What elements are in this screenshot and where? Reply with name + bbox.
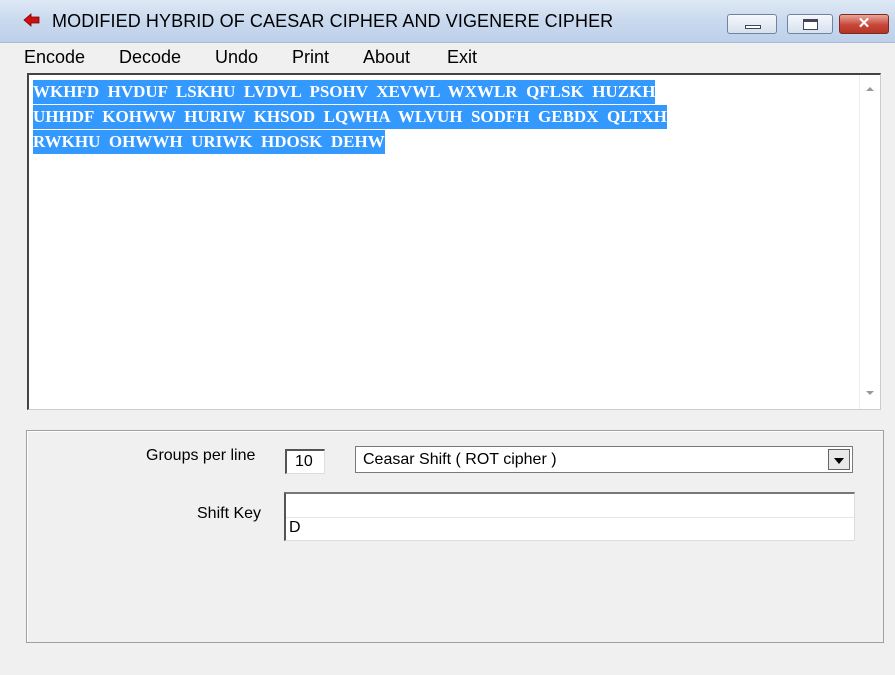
field-divider [286, 517, 854, 518]
shift-key-value: D [289, 519, 301, 536]
cipher-text: WKHFD HVDUF LSKHU LVDVL PSOHV XEVWL WXWL… [33, 79, 833, 154]
minimize-icon [745, 25, 761, 29]
cipher-line[interactable]: RWKHU OHWWH URIWK HDOSK DEHW [33, 130, 385, 154]
close-button[interactable]: ✕ [839, 14, 889, 34]
cipher-type-select[interactable]: Ceasar Shift ( ROT cipher ) [355, 446, 853, 473]
close-icon: ✕ [857, 15, 871, 32]
menu-encode[interactable]: Encode [24, 47, 85, 68]
scroll-down-icon[interactable] [866, 391, 874, 395]
title-bar[interactable]: MODIFIED HYBRID OF CAESAR CIPHER AND VIG… [0, 0, 895, 43]
groups-per-line-label: Groups per line [146, 447, 256, 464]
window-title: MODIFIED HYBRID OF CAESAR CIPHER AND VIG… [52, 11, 614, 31]
menu-exit[interactable]: Exit [447, 47, 477, 68]
scroll-up-icon[interactable] [866, 87, 874, 91]
menu-print[interactable]: Print [292, 47, 329, 68]
groups-per-line-input[interactable]: 10 [285, 449, 325, 474]
menu-about[interactable]: About [363, 47, 410, 68]
dropdown-button[interactable] [828, 449, 850, 470]
app-icon [23, 13, 40, 27]
maximize-icon [803, 19, 818, 30]
menu-decode[interactable]: Decode [119, 47, 181, 68]
menu-undo[interactable]: Undo [215, 47, 258, 68]
maximize-button[interactable] [787, 14, 833, 34]
cipher-text-area[interactable]: WKHFD HVDUF LSKHU LVDVL PSOHV XEVWL WXWL… [27, 73, 881, 410]
shift-key-label: Shift Key [197, 505, 262, 522]
cipher-line[interactable]: UHHDF KOHWW HURIW KHSOD LQWHA WLVUH SODF… [33, 105, 667, 129]
menu-bar: Encode Decode Undo Print About Exit [0, 43, 895, 71]
shift-key-field[interactable]: D [284, 492, 855, 541]
minimize-button[interactable] [727, 14, 777, 34]
cipher-type-value: Ceasar Shift ( ROT cipher ) [363, 451, 557, 468]
vertical-scrollbar[interactable] [859, 75, 880, 409]
cipher-line[interactable]: WKHFD HVDUF LSKHU LVDVL PSOHV XEVWL WXWL… [33, 80, 656, 104]
chevron-down-icon [834, 458, 844, 464]
